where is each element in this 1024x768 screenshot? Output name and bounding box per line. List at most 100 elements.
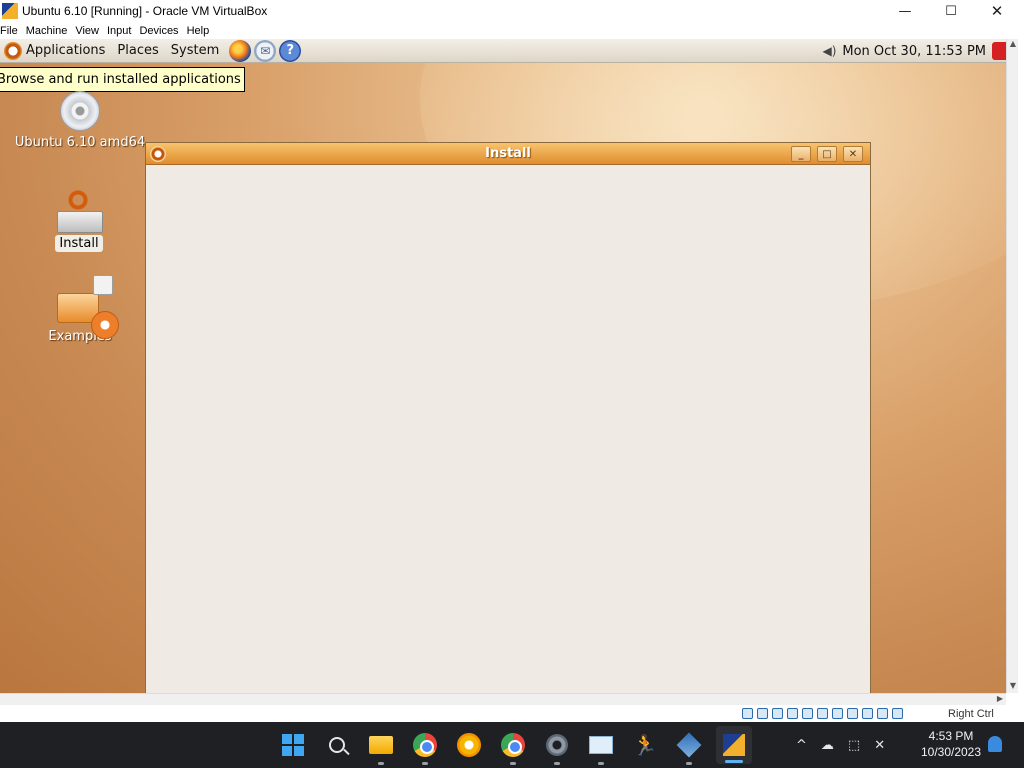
run-button[interactable]: 🏃: [631, 731, 659, 759]
performance-monitor-button[interactable]: [587, 731, 615, 765]
gear-icon: [546, 734, 568, 756]
status-icons: [742, 708, 907, 719]
install-window-icon[interactable]: [150, 146, 166, 162]
settings-button[interactable]: [543, 731, 571, 765]
running-indicator: [510, 762, 516, 765]
ubuntu-vm-button[interactable]: [716, 726, 752, 764]
chart-icon: [589, 736, 613, 754]
display-icon[interactable]: [832, 708, 843, 719]
system-tray: ^ ☁ ⬚ ✕: [796, 722, 899, 768]
running-indicator: [554, 762, 560, 765]
onedrive-icon[interactable]: ☁: [821, 738, 834, 753]
virtualbox-app-icon: [2, 3, 18, 19]
running-indicator: [598, 762, 604, 765]
running-indicator: [686, 762, 692, 765]
menu-file[interactable]: File: [0, 25, 26, 37]
menu-view[interactable]: View: [75, 25, 107, 37]
menu-input[interactable]: Input: [107, 25, 139, 37]
desktop-icon-install[interactable]: Install: [50, 187, 108, 252]
places-menu[interactable]: Places: [117, 43, 158, 58]
virtualbox-icon: [676, 732, 702, 758]
chrome-canary-icon: [457, 733, 481, 757]
menu-devices[interactable]: Devices: [139, 25, 186, 37]
chrome-canary-button[interactable]: [455, 731, 483, 759]
install-close-button[interactable]: ✕: [843, 146, 863, 162]
firefox-icon[interactable]: [229, 39, 252, 62]
install-window: Install _ □ ✕: [145, 142, 871, 693]
install-minimize-button[interactable]: _: [791, 146, 811, 162]
vertical-scrollbar[interactable]: ▲ ▼: [1006, 39, 1018, 693]
ubuntu-foot-icon[interactable]: [4, 41, 22, 60]
applications-tooltip: Browse and run installed applications: [0, 67, 245, 92]
cd-icon: [60, 91, 100, 131]
scroll-up-icon[interactable]: ▲: [1007, 39, 1019, 51]
install-maximize-button[interactable]: □: [817, 146, 837, 162]
horizontal-scrollbar[interactable]: ▶: [0, 693, 1006, 705]
scroll-down-icon[interactable]: ▼: [1007, 681, 1019, 693]
chrome-dev-button[interactable]: [499, 731, 527, 765]
taskbar-date: 10/30/2023: [920, 745, 982, 759]
email-icon[interactable]: ✉: [254, 39, 277, 62]
chrome-dev-icon: [501, 733, 525, 757]
display-icon[interactable]: ⬚: [848, 738, 860, 753]
help-icon[interactable]: ?: [279, 39, 302, 62]
symlink-icon: [93, 275, 113, 295]
vm-window-icon: [723, 734, 745, 756]
install-window-body: [146, 165, 870, 693]
lock-icon: [91, 311, 119, 339]
audio-icon[interactable]: [772, 708, 783, 719]
gnome-top-panel: Applications Places System ✉ ? ◀) Mon Oc…: [0, 39, 1006, 63]
recording-icon[interactable]: [847, 708, 858, 719]
system-menu[interactable]: System: [171, 43, 219, 58]
minimize-button[interactable]: —: [882, 0, 928, 22]
drive-icon: [57, 211, 103, 233]
cpu-icon[interactable]: [862, 708, 873, 719]
chevron-up-icon[interactable]: ^: [796, 738, 807, 753]
windows-taskbar: 🏃 ^ ☁ ⬚ ✕ 4:53 PM 10/30/2023: [0, 722, 1024, 768]
mouse-integration-icon[interactable]: [877, 708, 888, 719]
desktop-icon-examples[interactable]: Examples: [30, 275, 130, 344]
running-indicator: [378, 762, 384, 765]
host-window-title: Ubuntu 6.10 [Running] - Oracle VM Virtua…: [22, 4, 268, 18]
taskbar-clock[interactable]: 4:53 PM 10/30/2023: [916, 728, 986, 760]
network-disconnected-icon[interactable]: ✕: [874, 738, 885, 753]
search-icon: [329, 737, 345, 753]
start-button[interactable]: [279, 731, 307, 759]
host-key-label: Right Ctrl: [948, 708, 994, 720]
maximize-button[interactable]: ☐: [928, 0, 974, 22]
panel-tray: ◀) Mon Oct 30, 11:53 PM: [822, 39, 1006, 63]
shared-folder-icon[interactable]: [817, 708, 828, 719]
folder-icon: [47, 275, 119, 339]
applications-menu[interactable]: Applications: [26, 43, 105, 58]
panel-clock[interactable]: Mon Oct 30, 11:53 PM: [842, 44, 986, 59]
volume-icon[interactable]: ◀): [822, 44, 836, 58]
desktop-icon-label: Ubuntu 6.10 amd64: [14, 135, 146, 150]
usb-icon[interactable]: [802, 708, 813, 719]
hdd-icon[interactable]: [742, 708, 753, 719]
menu-help[interactable]: Help: [187, 25, 218, 37]
install-window-title: Install: [485, 146, 531, 161]
logout-icon[interactable]: [992, 42, 1006, 60]
install-icon: [55, 187, 103, 235]
desktop-icon-cd[interactable]: Ubuntu 6.10 amd64: [10, 91, 150, 150]
keyboard-icon[interactable]: [892, 708, 903, 719]
file-explorer-button[interactable]: [367, 731, 395, 765]
folder-icon: [369, 736, 393, 754]
active-indicator: [725, 760, 743, 763]
network-icon[interactable]: [787, 708, 798, 719]
menu-machine[interactable]: Machine: [26, 25, 76, 37]
search-button[interactable]: [323, 731, 351, 759]
running-indicator: [422, 762, 428, 765]
vbox-status-bar: Right Ctrl: [0, 705, 1024, 722]
ubuntu-logo-icon: [67, 189, 89, 211]
chrome-icon: [413, 733, 437, 757]
host-titlebar: Ubuntu 6.10 [Running] - Oracle VM Virtua…: [0, 0, 1024, 22]
host-menubar: File Machine View Input Devices Help: [0, 22, 1024, 39]
notification-bell-icon[interactable]: [988, 736, 1002, 752]
chrome-button[interactable]: [411, 731, 439, 765]
close-button[interactable]: ✕: [974, 0, 1020, 22]
install-window-titlebar[interactable]: Install _ □ ✕: [146, 143, 870, 165]
optical-icon[interactable]: [757, 708, 768, 719]
vm-display[interactable]: Applications Places System ✉ ? ◀) Mon Oc…: [0, 39, 1006, 693]
virtualbox-manager-button[interactable]: [675, 731, 703, 765]
